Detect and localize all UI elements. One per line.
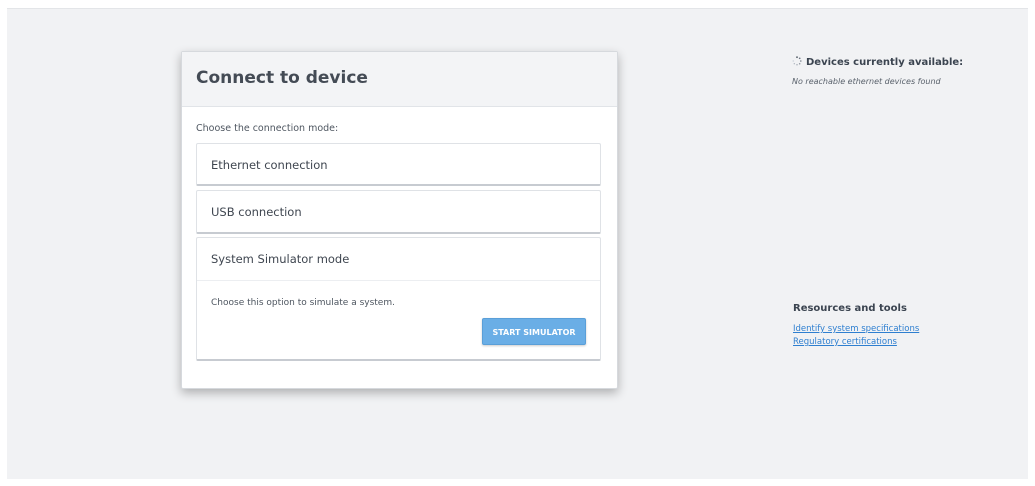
devices-empty-message: No reachable ethernet devices found [792, 77, 941, 86]
devices-title: Devices currently available: [792, 56, 963, 68]
spinner-icon [792, 56, 802, 66]
system-simulator-option[interactable]: System Simulator mode Choose this option… [196, 237, 601, 361]
resources-title: Resources and tools [793, 303, 907, 314]
ethernet-connection-option[interactable]: Ethernet connection [196, 143, 601, 186]
usb-connection-label: USB connection [211, 205, 302, 219]
simulator-description: Choose this option to simulate a system. [211, 298, 395, 308]
start-simulator-button[interactable]: START SIMULATOR [482, 318, 586, 345]
connection-mode-label: Choose the connection mode: [196, 123, 339, 134]
identify-system-specifications-link[interactable]: Identify system specifications [793, 324, 919, 334]
devices-title-text: Devices currently available: [806, 57, 964, 68]
connect-card-header: Connect to device [182, 52, 617, 107]
ethernet-connection-label: Ethernet connection [211, 158, 328, 172]
system-simulator-label: System Simulator mode [211, 252, 350, 266]
simulator-divider [197, 280, 600, 281]
page-background: Connect to device Choose the connection … [7, 8, 1028, 479]
usb-connection-option[interactable]: USB connection [196, 190, 601, 234]
page-title: Connect to device [196, 68, 368, 88]
top-strip [0, 0, 1035, 8]
connect-card: Connect to device Choose the connection … [181, 51, 618, 389]
regulatory-certifications-link[interactable]: Regulatory certifications [793, 337, 897, 347]
